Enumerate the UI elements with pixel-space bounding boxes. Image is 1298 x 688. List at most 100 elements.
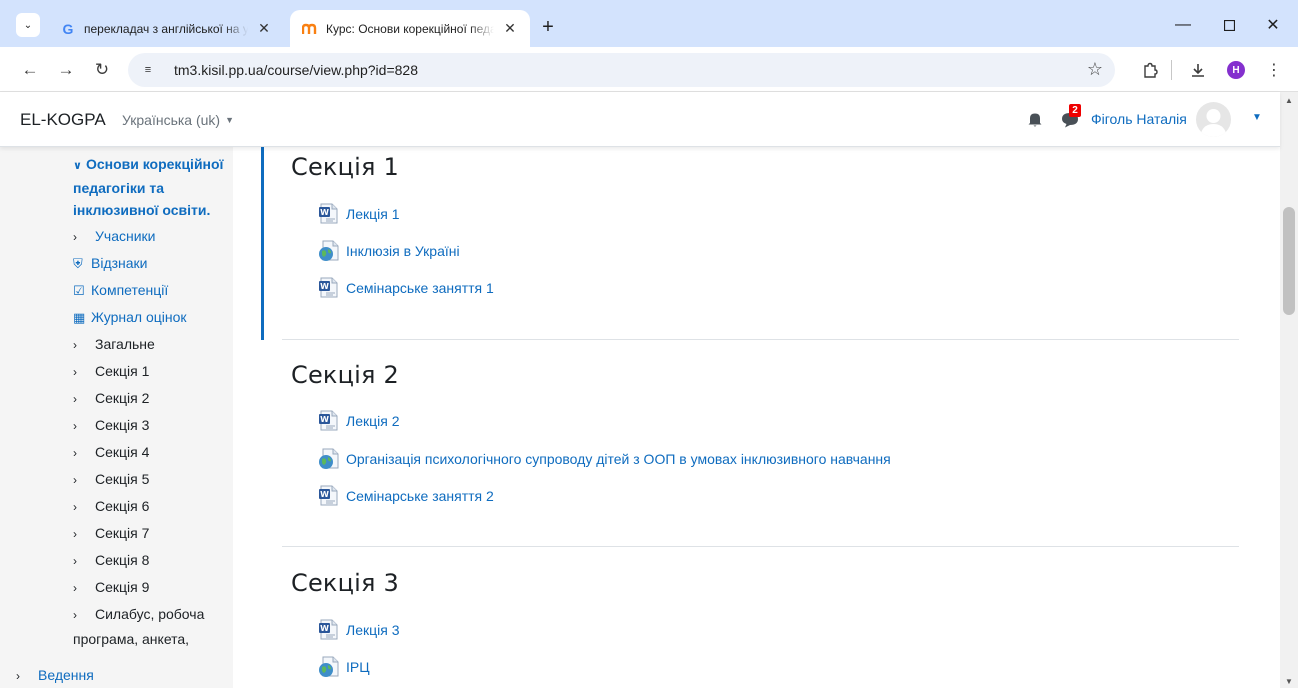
drawer-item-section-5[interactable]: › Секція 5	[57, 466, 233, 493]
tab-title: перекладач з англійської на ук	[84, 21, 248, 36]
new-tab-plus-icon[interactable]: +	[536, 15, 560, 39]
extensions-puzzle-icon[interactable]	[1138, 58, 1162, 82]
svg-text:W: W	[320, 415, 329, 424]
word-document-icon: W	[317, 276, 341, 300]
close-tab-icon[interactable]: ✕	[254, 19, 274, 39]
menu-kebab-icon[interactable]: ⋮	[1262, 58, 1286, 82]
message-count-badge: 2	[1069, 104, 1081, 117]
user-name[interactable]: Фіголь Наталія	[1091, 111, 1187, 127]
chevron-right-icon: ›	[73, 554, 77, 568]
url-globe-icon	[317, 239, 341, 263]
section-title[interactable]: Секція 1	[291, 153, 399, 181]
activity-lecture-3[interactable]: W Лекція 3	[317, 618, 399, 642]
svg-text:W: W	[320, 624, 329, 633]
word-document-icon: W	[317, 618, 341, 642]
site-navbar: EL-KOGPA Українська (uk) ▼ 2 Фіголь Натал…	[0, 92, 1280, 147]
drawer-item-section-3[interactable]: › Секція 3	[57, 412, 233, 439]
address-bar[interactable]: ≡ tm3.kisil.pp.ua/course/view.php?id=828…	[128, 53, 1115, 87]
minimize-icon[interactable]: —	[1160, 10, 1206, 40]
drawer-item-grades[interactable]: ▦ Журнал оцінок	[57, 304, 233, 331]
drawer-item-section-6[interactable]: › Секція 6	[57, 493, 233, 520]
close-window-icon[interactable]: ✕	[1250, 10, 1296, 40]
language-menu[interactable]: Українська (uk) ▼	[122, 112, 234, 128]
url-globe-icon	[317, 655, 341, 679]
drawer-item-section-8[interactable]: › Секція 8	[57, 547, 233, 574]
browser-tab-course[interactable]: Курс: Основи корекційної педагогіки ✕	[290, 10, 530, 47]
back-arrow-icon[interactable]: ←	[18, 58, 42, 82]
chevron-right-icon: ›	[73, 419, 77, 433]
course-title-link[interactable]: ∨ Основи корекційної педагогіки та інклюз…	[73, 153, 233, 221]
browser-tab-translate[interactable]: G перекладач з англійської на ук ✕	[50, 10, 284, 47]
browser-tab-strip: ⌄ G перекладач з англійської на ук ✕ Кур…	[0, 0, 1298, 47]
drawer-item-section-9[interactable]: › Секція 9	[57, 574, 233, 601]
user-menu-caret-icon[interactable]: ▼	[1252, 112, 1262, 123]
moodle-icon	[302, 21, 318, 37]
drawer-item-section-7[interactable]: › Секція 7	[57, 520, 233, 547]
checkbox-icon: ☑	[73, 283, 85, 298]
notification-bell-icon[interactable]	[1026, 110, 1044, 128]
drawer-item-section-2[interactable]: › Секція 2	[57, 385, 233, 412]
course-content: Секція 1 W Лекція 1 Інклюзія в Україні WС…	[233, 147, 1280, 688]
chevron-right-icon: ›	[73, 365, 77, 379]
profile-avatar[interactable]: H	[1227, 61, 1245, 79]
chevron-down-icon: ∨	[73, 160, 82, 172]
activity-lecture-1[interactable]: W Лекція 1	[317, 202, 399, 226]
activity-lecture-2[interactable]: W Лекція 2	[317, 409, 399, 433]
scrollbar-thumb[interactable]	[1283, 207, 1295, 315]
drawer-item-section-4[interactable]: › Секція 4	[57, 439, 233, 466]
close-tab-icon[interactable]: ✕	[500, 19, 520, 39]
drawer-item-badges[interactable]: ⛨ Відзнаки	[57, 250, 233, 277]
download-icon[interactable]	[1186, 58, 1210, 82]
course-section-2: Секція 2	[291, 361, 399, 389]
drawer-item-participants[interactable]: › Учасники	[57, 223, 233, 250]
toolbar-separator	[1171, 60, 1172, 80]
tab-search-chevron-icon[interactable]: ⌄	[16, 13, 40, 37]
word-document-icon: W	[317, 202, 341, 226]
activity-inclusion-ukraine[interactable]: Інклюзія в Україні	[317, 239, 460, 263]
section-title[interactable]: Секція 2	[291, 361, 399, 389]
drawer-item-vedennia[interactable]: › Ведення	[0, 662, 94, 688]
chevron-right-icon: ›	[73, 392, 77, 406]
site-info-tune-icon[interactable]: ≡	[138, 60, 158, 80]
language-label: Українська (uk)	[122, 112, 221, 128]
page-scrollbar[interactable]: ▲ ▼	[1280, 92, 1298, 688]
scroll-up-arrow-icon[interactable]: ▲	[1285, 96, 1293, 105]
section-divider	[282, 546, 1239, 547]
word-document-icon: W	[317, 409, 341, 433]
caret-down-icon: ▼	[225, 115, 235, 125]
activity-seminar-1[interactable]: W Семінарське заняття 1	[317, 276, 494, 300]
section-divider	[282, 339, 1239, 340]
table-icon: ▦	[73, 310, 86, 325]
activity-psychological-support[interactable]: Організація психологічного супроводу діт…	[317, 447, 891, 471]
svg-text:W: W	[320, 490, 329, 499]
svg-text:W: W	[320, 282, 329, 291]
scroll-down-arrow-icon[interactable]: ▼	[1285, 677, 1293, 686]
activity-irc[interactable]: ІРЦ	[317, 655, 370, 679]
chevron-right-icon: ›	[73, 581, 77, 595]
url-globe-icon	[317, 447, 341, 471]
drawer-item-competencies[interactable]: ☑ Компетенції	[57, 277, 233, 304]
user-avatar[interactable]	[1196, 102, 1231, 137]
svg-text:W: W	[320, 208, 329, 217]
drawer-item-general[interactable]: › Загальне	[57, 331, 233, 358]
drawer-item-section-1[interactable]: › Секція 1	[57, 358, 233, 385]
section-title[interactable]: Секція 3	[291, 569, 399, 597]
tab-title: Курс: Основи корекційної педагогіки	[326, 21, 494, 36]
chevron-right-icon: ›	[73, 473, 77, 487]
chevron-right-icon: ›	[16, 669, 20, 683]
site-brand[interactable]: EL-KOGPA	[20, 110, 106, 130]
chevron-right-icon: ›	[73, 500, 77, 514]
activity-seminar-2[interactable]: W Семінарське заняття 2	[317, 484, 494, 508]
bookmark-star-icon[interactable]: ☆	[1087, 59, 1103, 80]
forward-arrow-icon[interactable]: →	[54, 58, 78, 82]
drawer-item-syllabus-cont[interactable]: програма, анкета,	[57, 628, 233, 650]
drawer-item-syllabus[interactable]: › Силабус, робоча	[57, 601, 233, 628]
course-section-3: Секція 3	[291, 569, 399, 597]
maximize-icon[interactable]	[1206, 10, 1252, 40]
url-text[interactable]: tm3.kisil.pp.ua/course/view.php?id=828	[174, 62, 418, 78]
course-section-1: Секція 1	[291, 153, 399, 181]
chevron-right-icon: ›	[73, 338, 77, 352]
current-section-indicator	[261, 147, 264, 340]
reload-icon[interactable]: ↻	[90, 58, 114, 82]
chevron-right-icon: ›	[73, 608, 77, 622]
